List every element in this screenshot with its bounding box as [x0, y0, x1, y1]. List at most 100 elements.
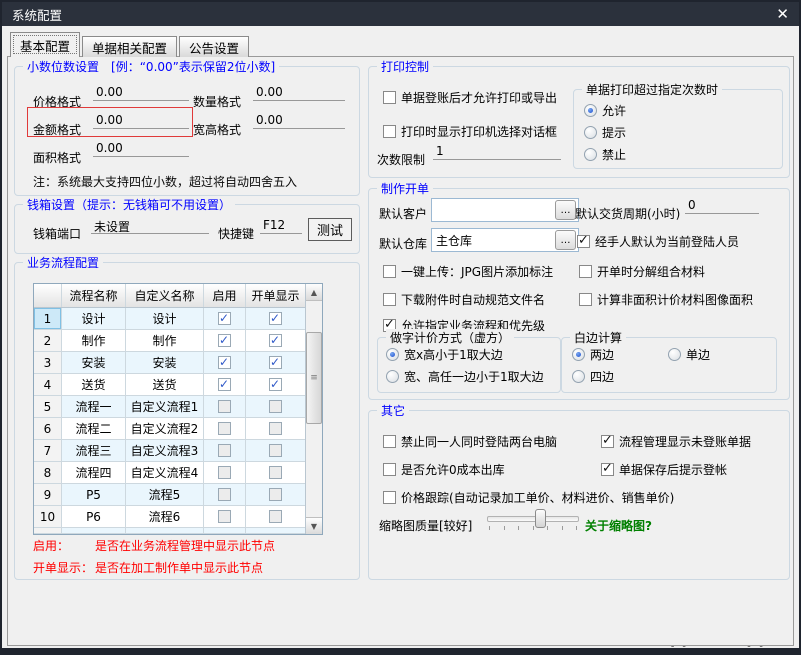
flow-name-cell[interactable]: 流程三	[62, 440, 126, 461]
row-number-cell[interactable]: 4	[34, 374, 62, 395]
show-on-order-cell[interactable]	[246, 374, 305, 395]
enabled-checkbox[interactable]	[218, 466, 231, 479]
show-checkbox[interactable]	[269, 444, 282, 457]
amount-format-input[interactable]: 0.00	[93, 113, 189, 129]
tab-document-config[interactable]: 单据相关配置	[82, 36, 177, 57]
slider-thumb[interactable]	[535, 509, 546, 528]
radio-prompt[interactable]: 提示	[584, 124, 626, 141]
row-number-cell[interactable]: 5	[34, 396, 62, 417]
flow-name-cell[interactable]: P5	[62, 484, 126, 505]
scrollbar-thumb[interactable]: ≡	[306, 332, 322, 424]
enabled-checkbox[interactable]	[218, 312, 231, 325]
row-number-cell[interactable]: 3	[34, 352, 62, 373]
show-on-order-cell[interactable]	[246, 308, 305, 329]
one-key-upload-checkbox[interactable]: 一键上传：JPG图片添加标注	[383, 263, 553, 280]
show-checkbox[interactable]	[269, 378, 282, 391]
flow-show-unregistered-checkbox[interactable]: 流程管理显示未登账单据	[601, 433, 751, 450]
enabled-checkbox[interactable]	[218, 422, 231, 435]
forbid-dual-login-checkbox[interactable]: 禁止同一人同时登陆两台电脑	[383, 433, 557, 450]
enabled-cell[interactable]	[204, 352, 246, 373]
show-on-order-cell[interactable]	[246, 484, 305, 505]
browse-warehouse-button[interactable]: …	[555, 230, 576, 250]
custom-name-cell[interactable]: 流程5	[126, 484, 204, 505]
enabled-cell[interactable]	[204, 330, 246, 351]
flow-name-cell[interactable]: 安装	[62, 352, 126, 373]
image-area-checkbox[interactable]: 计算非面积计价材料图像面积	[579, 291, 753, 308]
tab-basic-config[interactable]: 基本配置	[10, 32, 80, 57]
enabled-checkbox[interactable]	[218, 378, 231, 391]
split-material-checkbox[interactable]: 开单时分解组合材料	[579, 263, 705, 280]
show-on-order-cell[interactable]	[246, 506, 305, 527]
test-button[interactable]: 测试	[308, 218, 352, 241]
scroll-down-icon[interactable]: ▼	[306, 517, 322, 534]
show-checkbox[interactable]	[269, 312, 282, 325]
flow-name-cell[interactable]: 送货	[62, 374, 126, 395]
enabled-checkbox[interactable]	[218, 488, 231, 501]
show-on-order-cell[interactable]	[246, 330, 305, 351]
default-customer-input[interactable]: …	[431, 198, 579, 222]
row-number-cell[interactable]: 8	[34, 462, 62, 483]
show-checkbox[interactable]	[269, 334, 282, 347]
row-number-cell[interactable]: 6	[34, 418, 62, 439]
zero-cost-checkbox[interactable]: 是否允许0成本出库	[383, 461, 505, 478]
custom-name-cell[interactable]: 自定义流程4	[126, 462, 204, 483]
enabled-checkbox[interactable]	[218, 510, 231, 523]
table-scrollbar[interactable]: ▲ ≡ ▼	[305, 284, 322, 534]
row-number-cell[interactable]: 2	[34, 330, 62, 351]
price-tracking-checkbox[interactable]: 价格跟踪(自动记录加工单价、材料进价、销售单价)	[383, 489, 674, 506]
enabled-cell[interactable]	[204, 374, 246, 395]
table-row[interactable]: 2制作制作	[34, 330, 305, 352]
enabled-cell[interactable]	[204, 506, 246, 527]
show-checkbox[interactable]	[269, 400, 282, 413]
custom-name-cell[interactable]: 安装	[126, 352, 204, 373]
table-row[interactable]: 9P5流程5	[34, 484, 305, 506]
radio-four-sides[interactable]: 四边	[572, 368, 614, 385]
enabled-cell[interactable]	[204, 462, 246, 483]
default-warehouse-input[interactable]: 主仓库 …	[431, 228, 579, 252]
qty-format-input[interactable]: 0.00	[253, 85, 345, 101]
hotkey-input[interactable]: F12	[260, 218, 302, 234]
normalize-filename-checkbox[interactable]: 下载附件时自动规范文件名	[383, 291, 545, 308]
show-checkbox[interactable]	[269, 510, 282, 523]
enabled-cell[interactable]	[204, 440, 246, 461]
table-row[interactable]: 7流程三自定义流程3	[34, 440, 305, 462]
flow-name-cell[interactable]: 流程二	[62, 418, 126, 439]
show-checkbox[interactable]	[269, 422, 282, 435]
show-checkbox[interactable]	[269, 356, 282, 369]
radio-pricing-product[interactable]: 宽x高小于1取大边	[386, 346, 503, 363]
show-on-order-cell[interactable]	[246, 418, 305, 439]
table-row[interactable]: 10P6流程6	[34, 506, 305, 528]
custom-name-cell[interactable]: 流程6	[126, 506, 204, 527]
printer-dialog-checkbox[interactable]: 打印时显示打印机选择对话框	[383, 123, 557, 140]
table-row[interactable]: 4送货送货	[34, 374, 305, 396]
show-on-order-cell[interactable]	[246, 352, 305, 373]
handler-default-checkbox[interactable]: 经手人默认为当前登陆人员	[577, 233, 739, 250]
enabled-cell[interactable]	[204, 484, 246, 505]
save-hint-checkbox[interactable]: 单据保存后提示登帐	[601, 461, 727, 478]
browse-customer-button[interactable]: …	[555, 200, 576, 220]
row-number-cell[interactable]: 1	[34, 308, 62, 329]
table-row[interactable]: 3安装安装	[34, 352, 305, 374]
thumbnail-quality-slider[interactable]	[487, 509, 579, 530]
radio-one-side[interactable]: 单边	[668, 346, 710, 363]
flow-name-cell[interactable]: 流程一	[62, 396, 126, 417]
enabled-cell[interactable]	[204, 308, 246, 329]
table-row[interactable]: 8流程四自定义流程4	[34, 462, 305, 484]
print-after-register-checkbox[interactable]: 单据登账后才允许打印或导出	[383, 89, 557, 106]
radio-pricing-either[interactable]: 宽、高任一边小于1取大边	[386, 368, 544, 385]
about-thumbnail-link[interactable]: 关于缩略图?	[585, 517, 652, 534]
slider-track[interactable]	[487, 516, 579, 522]
enabled-checkbox[interactable]	[218, 356, 231, 369]
enabled-checkbox[interactable]	[218, 334, 231, 347]
delivery-cycle-input[interactable]: 0	[685, 198, 759, 214]
enabled-checkbox[interactable]	[218, 444, 231, 457]
custom-name-cell[interactable]: 自定义流程2	[126, 418, 204, 439]
radio-allow[interactable]: 允许	[584, 102, 626, 119]
show-checkbox[interactable]	[269, 488, 282, 501]
enabled-checkbox[interactable]	[218, 400, 231, 413]
show-on-order-cell[interactable]	[246, 462, 305, 483]
show-checkbox[interactable]	[269, 466, 282, 479]
custom-name-cell[interactable]: 制作	[126, 330, 204, 351]
scroll-up-icon[interactable]: ▲	[306, 284, 322, 301]
area-format-input[interactable]: 0.00	[93, 141, 189, 157]
